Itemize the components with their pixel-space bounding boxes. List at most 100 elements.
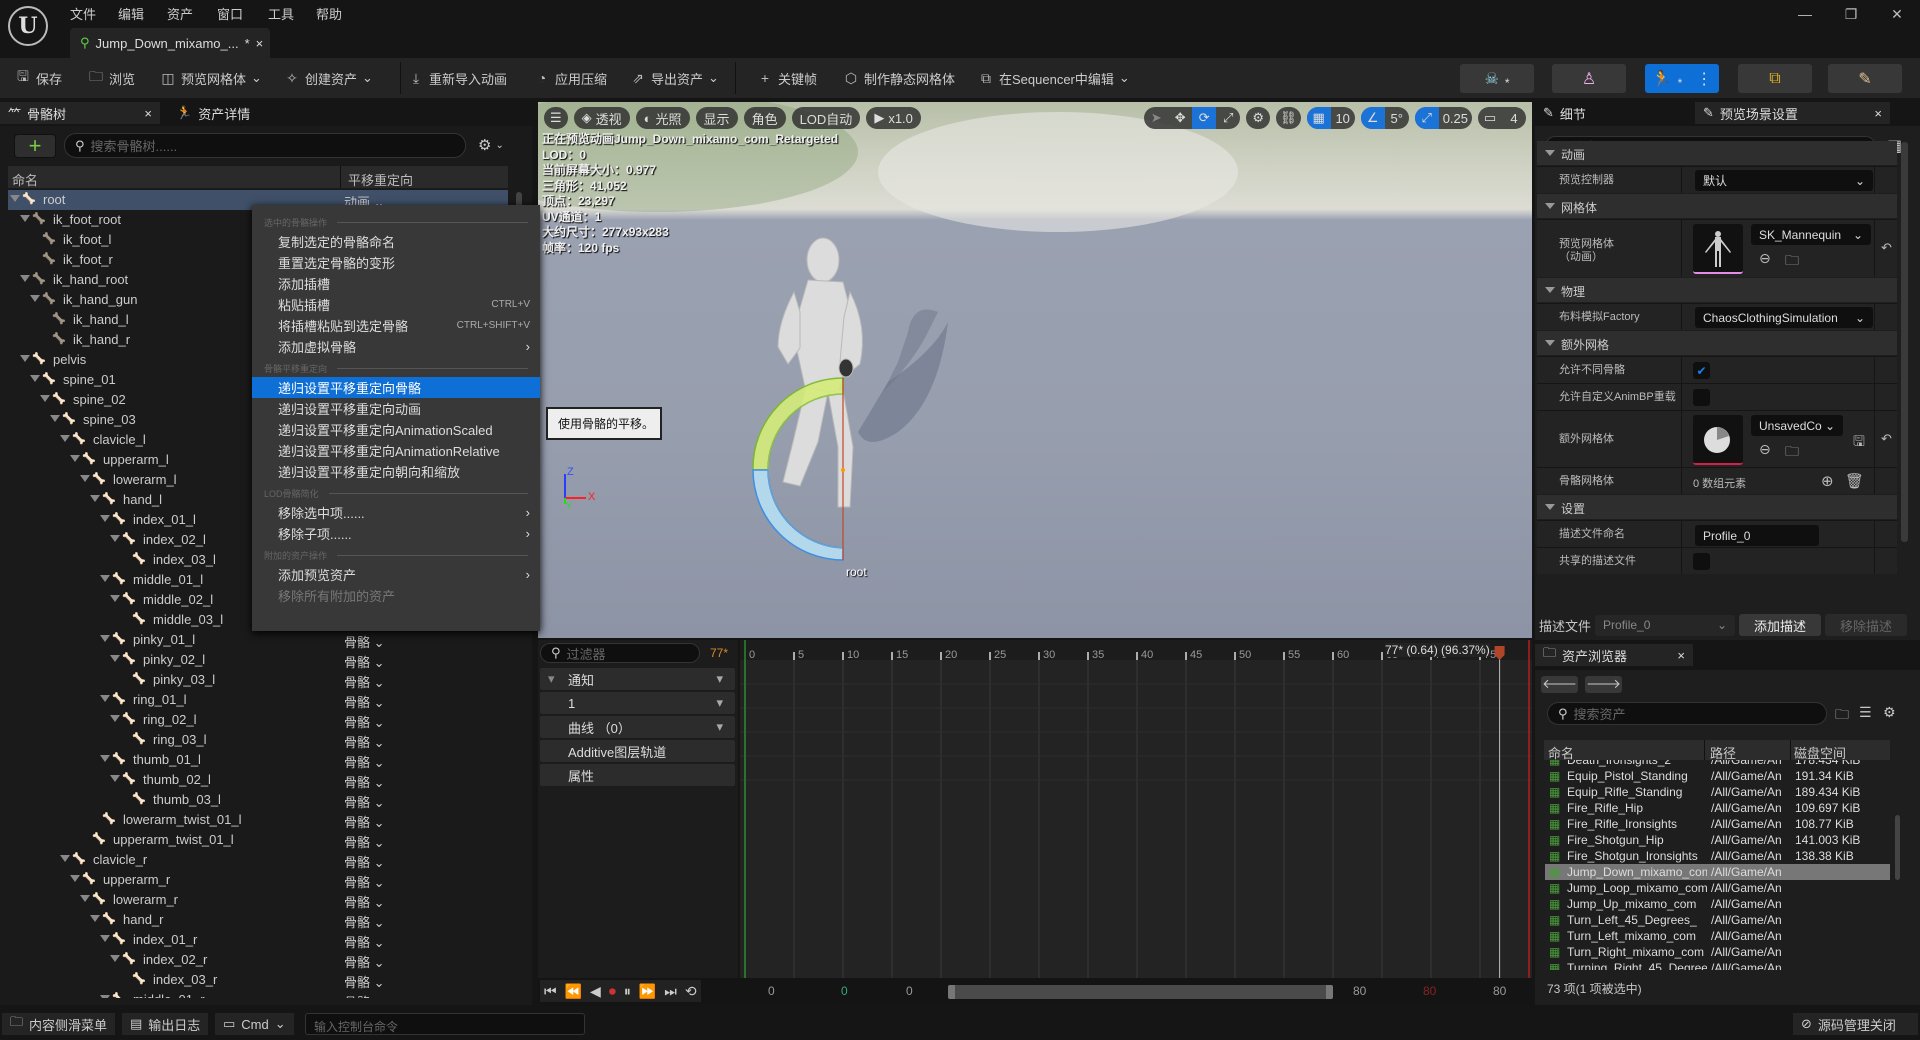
reimport-button[interactable]: ⤓ 重新导入动画 <box>408 66 507 90</box>
static-mesh-button[interactable]: ⬡ 制作静态网格体 <box>843 66 955 90</box>
asset-row[interactable]: ▦ Equip_Pistol_Standing/All/Game/An 191.34… <box>1545 768 1890 784</box>
surface-snap-toggle[interactable]: ⛓ <box>1276 107 1301 129</box>
translation-retargeting-dropdown[interactable]: 骨骼 ⌄ <box>344 692 385 711</box>
preview-mesh-button[interactable]: ◫ 预览网格体 ⌄ <box>160 66 262 90</box>
translation-retargeting-dropdown[interactable]: 骨骼 ⌄ <box>344 912 385 931</box>
bone-row[interactable]: 🦴 pinky_02_l 骨骼 ⌄ <box>8 650 508 670</box>
viewport-options-button[interactable]: ☰ <box>544 107 568 129</box>
blueprint-mode-button[interactable]: ⧉ <box>1738 64 1812 93</box>
expand-arrow-icon[interactable] <box>100 755 110 762</box>
gear-icon[interactable]: ⚙ <box>1883 704 1896 721</box>
expand-arrow-icon[interactable] <box>20 355 30 362</box>
viewport-playback-speed-button[interactable]: ▶ x1.0 <box>866 107 921 129</box>
expand-arrow-icon[interactable] <box>70 875 80 882</box>
asset-row[interactable]: ▦ Equip_Rifle_Standing/All/Game/An 189.434… <box>1545 784 1890 800</box>
menu-item[interactable]: 递归设置平移重定向动画 <box>252 398 540 419</box>
viewport-lod-button[interactable]: LOD自动 <box>791 107 861 129</box>
asset-list-scrollbar[interactable] <box>1895 815 1900 880</box>
translation-retargeting-dropdown[interactable]: 骨骼 ⌄ <box>344 812 385 831</box>
close-window-icon[interactable]: ✕ <box>1874 6 1920 23</box>
translation-retargeting-dropdown[interactable]: 骨骼 ⌄ <box>344 992 385 998</box>
menu-item[interactable]: 递归设置平移重定向朝向和缩放 <box>252 461 540 482</box>
translation-retargeting-dropdown[interactable]: 骨骼 ⌄ <box>344 672 385 691</box>
record-icon[interactable]: ⏺ <box>609 983 616 1000</box>
profile-name-input[interactable]: Profile_0 <box>1695 525 1819 546</box>
expand-arrow-icon[interactable] <box>60 435 70 442</box>
menu-3[interactable]: 窗口 <box>217 4 243 23</box>
track-options-icon[interactable]: ▾ <box>716 719 723 735</box>
expand-arrow-icon[interactable] <box>40 395 50 402</box>
viewport-character-button[interactable]: 角色 <box>743 107 786 129</box>
translation-retargeting-dropdown[interactable]: 骨骼 ⌄ <box>344 712 385 731</box>
bone-row[interactable]: 🦴 lowerarm_twist_01_l 骨骼 ⌄ <box>8 810 508 830</box>
cmd-dropdown[interactable]: ▭ Cmd ⌄ <box>215 1013 294 1035</box>
menu-item[interactable]: 将插槽粘贴到选定骨骼 CTRL+SHIFT+V <box>252 315 540 336</box>
menu-2[interactable]: 资产 <box>167 4 193 23</box>
menu-item[interactable]: 添加预览资产 › <box>252 564 540 585</box>
expand-arrow-icon[interactable] <box>100 695 110 702</box>
track-4[interactable]: 属性 <box>540 764 735 786</box>
minimize-icon[interactable]: — <box>1782 6 1828 23</box>
translation-retargeting-dropdown[interactable]: 骨骼 ⌄ <box>344 972 385 991</box>
expand-arrow-icon[interactable] <box>110 655 120 662</box>
restore-icon[interactable]: ❐ <box>1828 6 1874 23</box>
angle-snap[interactable]: ∠ 5° <box>1360 107 1409 129</box>
view-end-frame[interactable]: 80 <box>1493 984 1506 998</box>
scale-snap-value[interactable]: 0.25 <box>1439 107 1472 129</box>
skeleton-search-input[interactable]: ⚲ 搜索骨骼树...... <box>64 133 466 158</box>
close-tab-icon[interactable]: × <box>256 36 264 51</box>
export-button[interactable]: ⇗ 导出资产 ⌄ <box>630 66 719 90</box>
bone-row[interactable]: 🦴 clavicle_r 骨骼 ⌄ <box>8 850 508 870</box>
track-1[interactable]: 1 ▾ <box>540 692 735 714</box>
preview-mesh-thumbnail[interactable] <box>1693 224 1743 274</box>
expand-arrow-icon[interactable] <box>30 375 40 382</box>
working-end-frame[interactable]: 80 <box>1353 984 1366 998</box>
bone-row[interactable]: 🦴 thumb_03_l 骨骼 ⌄ <box>8 790 508 810</box>
translation-retargeting-dropdown[interactable]: 骨骼 ⌄ <box>344 732 385 751</box>
column-name[interactable]: 命名 <box>12 170 38 189</box>
document-tab[interactable]: ⚲ Jump_Down_mixamo_... * × <box>70 28 270 58</box>
asset-row[interactable]: ▦ Turn_Left_mixamo_com/All/Game/An <box>1545 928 1890 944</box>
asset-row[interactable]: ▦ Fire_Shotgun_Hip/All/Game/An 141.003 KiB <box>1545 832 1890 848</box>
viewport-perspective-button[interactable]: ◈ 透视 <box>573 107 630 129</box>
menu-item[interactable]: 粘贴插槽 CTRL+V <box>252 294 540 315</box>
camera-speed[interactable]: ▭ 4 <box>1478 107 1526 129</box>
step-back-icon[interactable]: ⏪ <box>565 983 582 1000</box>
move-tool-icon[interactable]: ✥ <box>1168 107 1192 129</box>
viewport-show-button[interactable]: 显示 <box>695 107 738 129</box>
bone-row[interactable]: 🦴 upperarm_twist_01_l 骨骼 ⌄ <box>8 830 508 850</box>
create-asset-button[interactable]: ✧ 创建资产 ⌄ <box>284 66 373 90</box>
track-2[interactable]: 曲线 （0） ▾ <box>540 716 735 738</box>
expand-arrow-icon[interactable] <box>80 475 90 482</box>
browse-asset-icon[interactable]: 🗀 <box>1785 441 1799 465</box>
expand-arrow-icon[interactable] <box>60 855 70 862</box>
asset-row[interactable]: ▦ Turn_Left_45_Degrees_ /All/Game/An <box>1545 912 1890 928</box>
track-filter-input[interactable]: ⚲ 过滤器 <box>540 643 700 663</box>
expand-arrow-icon[interactable] <box>70 455 80 462</box>
expand-arrow-icon[interactable] <box>110 715 120 722</box>
translation-retargeting-dropdown[interactable]: 骨骼 ⌄ <box>344 872 385 891</box>
reset-to-default-icon[interactable]: ↶ <box>1881 240 1892 256</box>
folder-icon[interactable]: 🗀 <box>1835 704 1849 728</box>
allow-custom-animbp-checkbox[interactable] <box>1693 389 1710 406</box>
translation-retargeting-dropdown[interactable]: 骨骼 ⌄ <box>344 832 385 851</box>
remove-profile-button[interactable]: 移除描述 <box>1825 614 1908 636</box>
expand-arrow-icon[interactable] <box>20 215 30 222</box>
cloth-factory-dropdown[interactable]: ChaosClothingSimulation ⌄ <box>1695 307 1873 328</box>
expand-arrow-icon[interactable] <box>100 575 110 582</box>
menu-item[interactable]: 复制选定的骨骼命名 <box>252 231 540 252</box>
back-button[interactable]: 🡐 <box>1541 676 1578 693</box>
translation-retargeting-dropdown[interactable]: 骨骼 ⌄ <box>344 772 385 791</box>
current-frame-badge[interactable]: 77* <box>710 646 728 660</box>
translation-retargeting-dropdown[interactable]: 骨骼 ⌄ <box>344 852 385 871</box>
timeline-area[interactable]: 051015202530354045505560657075 77* (0.64… <box>740 640 1532 978</box>
track-options-icon[interactable]: ▾ <box>716 671 723 687</box>
output-log-button[interactable]: ▤ 输出日志 <box>122 1013 209 1035</box>
filter-icon[interactable]: ☰ <box>1859 704 1872 721</box>
allow-different-skeletons-checkbox[interactable]: ✔ <box>1693 362 1710 379</box>
menu-item[interactable]: 重置选定骨骼的变形 <box>252 252 540 273</box>
menu-0[interactable]: 文件 <box>70 4 96 23</box>
browse-asset-icon[interactable]: 🗀 <box>1785 250 1799 274</box>
select-tool-icon[interactable]: ➤ <box>1144 107 1168 129</box>
translation-retargeting-dropdown[interactable]: 骨骼 ⌄ <box>344 952 385 971</box>
